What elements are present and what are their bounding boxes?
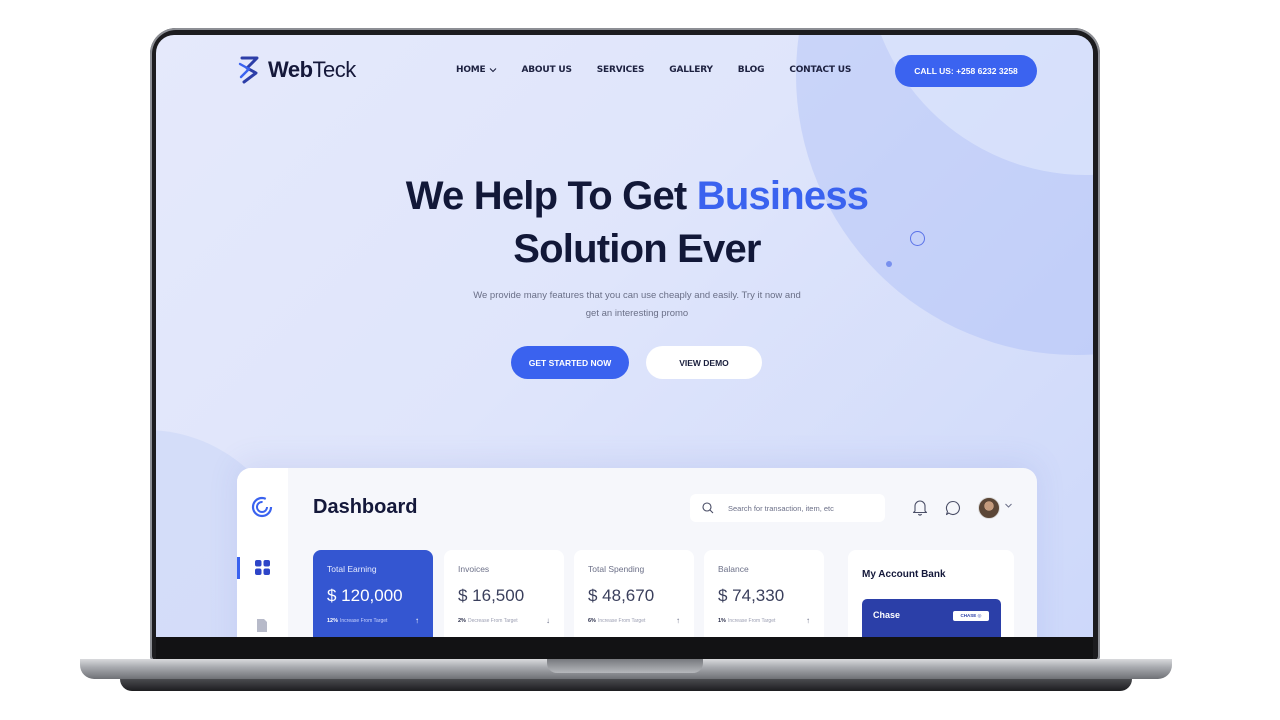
bell-icon[interactable] [912, 499, 928, 516]
website-screen: WebTeck HOME ABOUT US SERVICES GALLERY B… [156, 35, 1093, 637]
laptop-lid-notch [547, 659, 703, 673]
card-label: Invoices [458, 564, 490, 574]
chevron-down-icon [489, 68, 496, 73]
call-us-button[interactable]: CALL US: +258 6232 3258 [895, 55, 1037, 87]
bank-panel-title: My Account Bank [862, 569, 946, 580]
nav-item-gallery[interactable]: GALLERY [669, 65, 713, 75]
stat-card-total-earning[interactable]: Total Earning $ 120,000 12% Increase From… [313, 550, 433, 637]
chevron-down-icon[interactable] [1004, 501, 1013, 510]
dashboard-search[interactable] [690, 494, 885, 522]
grid-icon[interactable] [255, 560, 270, 575]
account-bank-panel: My Account Bank Chase CHASE ◎ [848, 550, 1014, 637]
view-demo-button[interactable]: VIEW DEMO [646, 346, 762, 379]
nav-item-contact[interactable]: CONTACT US [789, 65, 851, 75]
laptop-base-underside [120, 679, 1132, 691]
brand-logo[interactable]: WebTeck [236, 55, 356, 85]
card-footer: 2% Decrease From Target ↓ [458, 616, 550, 625]
bank-card[interactable]: Chase CHASE ◎ [862, 599, 1001, 637]
hero-title: We Help To Get Business Solution Ever [405, 174, 869, 271]
nav-item-blog[interactable]: BLOG [738, 65, 765, 75]
brand-name: WebTeck [268, 57, 356, 82]
arrow-up-icon: ↑ [415, 616, 419, 625]
bank-card-name: Chase [873, 610, 901, 620]
card-label: Total Spending [588, 564, 645, 574]
search-icon [702, 502, 714, 514]
card-value: $ 16,500 [458, 586, 525, 605]
arrow-up-icon: ↑ [676, 616, 680, 625]
card-label: Total Earning [327, 564, 377, 574]
webteck-logo-icon [238, 56, 259, 84]
arrow-down-icon: ↓ [546, 616, 550, 625]
user-avatar[interactable] [978, 497, 1000, 519]
nav-item-home[interactable]: HOME [456, 65, 497, 75]
chat-icon[interactable] [945, 500, 961, 516]
card-value: $ 74,330 [718, 586, 785, 605]
bank-card-logo: CHASE ◎ [953, 611, 989, 621]
search-input[interactable] [728, 503, 878, 513]
hero-subtitle: We provide many features that you can us… [473, 290, 801, 319]
arrow-up-icon: ↑ [806, 616, 810, 625]
dashboard-title: Dashboard [313, 496, 418, 518]
card-footer: 1% Increase From Target ↑ [718, 616, 810, 625]
card-value: $ 120,000 [327, 586, 403, 605]
card-label: Balance [718, 564, 749, 574]
stat-card-invoices[interactable]: Invoices $ 16,500 2% Decrease From Target… [444, 550, 564, 637]
main-nav: HOME ABOUT US SERVICES GALLERY BLOG CONT… [456, 65, 851, 75]
dashboard-logo-icon [251, 496, 273, 518]
nav-item-services[interactable]: SERVICES [597, 65, 645, 75]
stat-card-balance[interactable]: Balance $ 74,330 1% Increase From Target … [704, 550, 824, 637]
stat-card-total-spending[interactable]: Total Spending $ 48,670 6% Increase From … [574, 550, 694, 637]
dashboard-sidebar [237, 468, 288, 637]
screen-bezel-bottom [156, 637, 1093, 659]
card-value: $ 48,670 [588, 586, 655, 605]
dashboard-preview: Dashboard Total Earning $ 120,000 12%Inc… [237, 468, 1037, 637]
card-footer: 6% Increase From Target ↑ [588, 616, 680, 625]
get-started-button[interactable]: GET STARTED NOW [511, 346, 629, 379]
card-footer: 12% Increase From Target ↑ [327, 616, 419, 625]
sidebar-active-indicator [237, 557, 240, 579]
nav-item-about[interactable]: ABOUT US [522, 65, 572, 75]
document-icon[interactable] [256, 618, 268, 633]
